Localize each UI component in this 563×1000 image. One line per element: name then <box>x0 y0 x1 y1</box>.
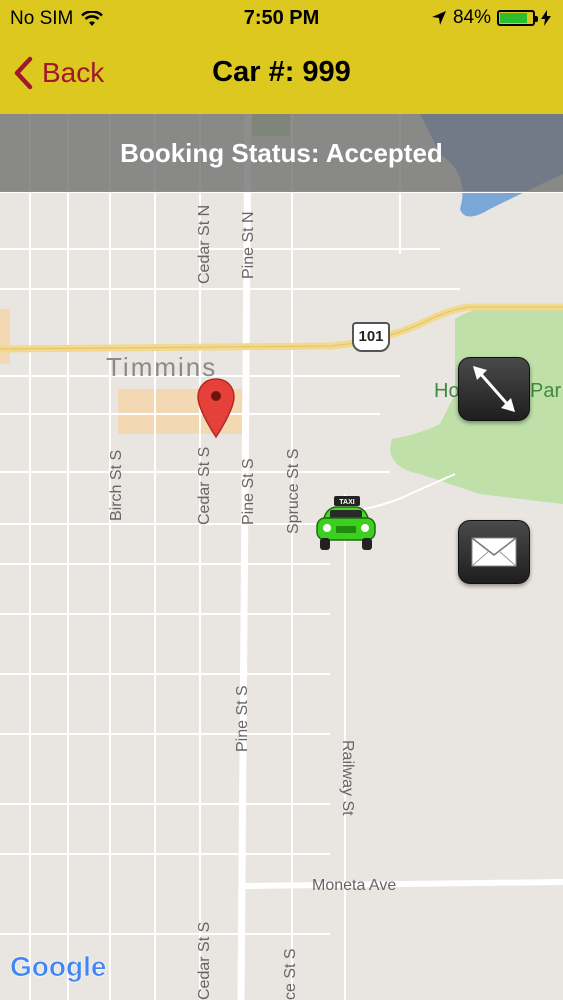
street-label-spruce-s-bottom: ce St S <box>282 948 299 1000</box>
google-logo: Google <box>10 951 107 983</box>
charging-bolt-icon <box>541 10 551 26</box>
message-button[interactable] <box>458 520 530 584</box>
envelope-icon <box>471 537 517 567</box>
highway-number: 101 <box>358 328 384 345</box>
map-pin-icon[interactable] <box>196 377 236 439</box>
taxi-sign: TAXI <box>339 499 354 506</box>
street-label-spruce-s: Spruce St S <box>285 448 302 534</box>
status-right: 84% <box>431 7 551 29</box>
location-arrow-icon <box>431 11 446 25</box>
street-label-cedar-s-bottom: Cedar St S <box>196 921 213 1000</box>
street-label-pine-n: Pine St N <box>240 211 257 279</box>
park-label-right: Par <box>530 380 562 402</box>
street-label-moneta: Moneta Ave <box>312 877 397 894</box>
booking-status-banner: Booking Status: Accepted <box>0 114 563 192</box>
nav-bar: Back Car #: 999 <box>0 36 563 114</box>
street-label-cedar-n: Cedar St N <box>196 204 213 284</box>
taxi-icon[interactable]: TAXI <box>314 496 378 556</box>
expand-map-button[interactable] <box>458 357 530 421</box>
park-label-left: Ho <box>434 380 460 402</box>
street-label-railway: Railway St <box>339 740 356 816</box>
booking-status-text: Booking Status: Accepted <box>120 137 443 168</box>
street-label-pine-s-lower: Pine St S <box>234 685 251 752</box>
battery-fill <box>500 13 527 23</box>
street-label-pine-s: Pine St S <box>240 458 257 525</box>
street-label-birch-s: Birch St S <box>108 449 125 521</box>
google-attribution: Google <box>10 951 106 982</box>
battery-percent: 84% <box>452 7 491 28</box>
diagonal-arrows-icon <box>473 366 515 412</box>
page-title: Car #: 999 <box>212 56 351 88</box>
highway-shield: 101 <box>352 322 390 352</box>
battery-nub <box>535 16 538 22</box>
battery-icon <box>497 10 538 26</box>
status-bar: No SIM 7:50 PM 84% <box>0 0 563 36</box>
street-label-cedar-s: Cedar St S <box>196 446 213 525</box>
